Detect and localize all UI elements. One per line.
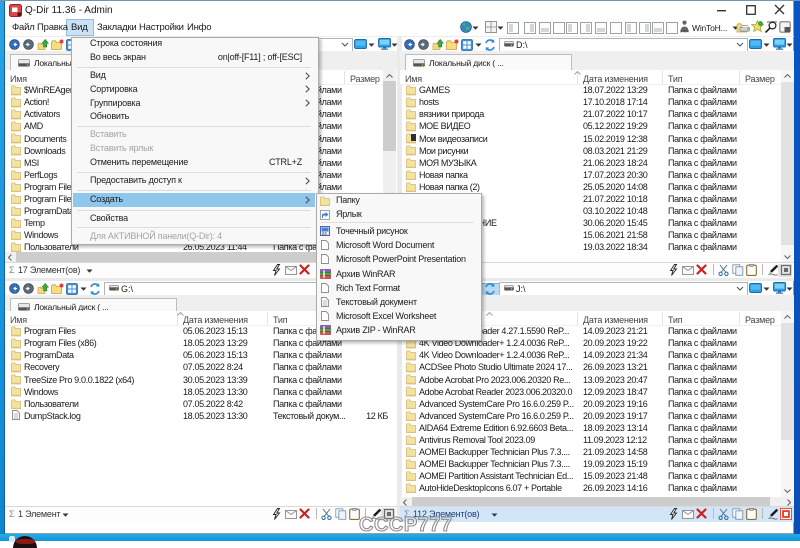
svg-text:zoom: zoom (767, 19, 777, 24)
svg-text:24: 24 (322, 231, 328, 236)
svg-text:STER: STER (680, 30, 690, 34)
